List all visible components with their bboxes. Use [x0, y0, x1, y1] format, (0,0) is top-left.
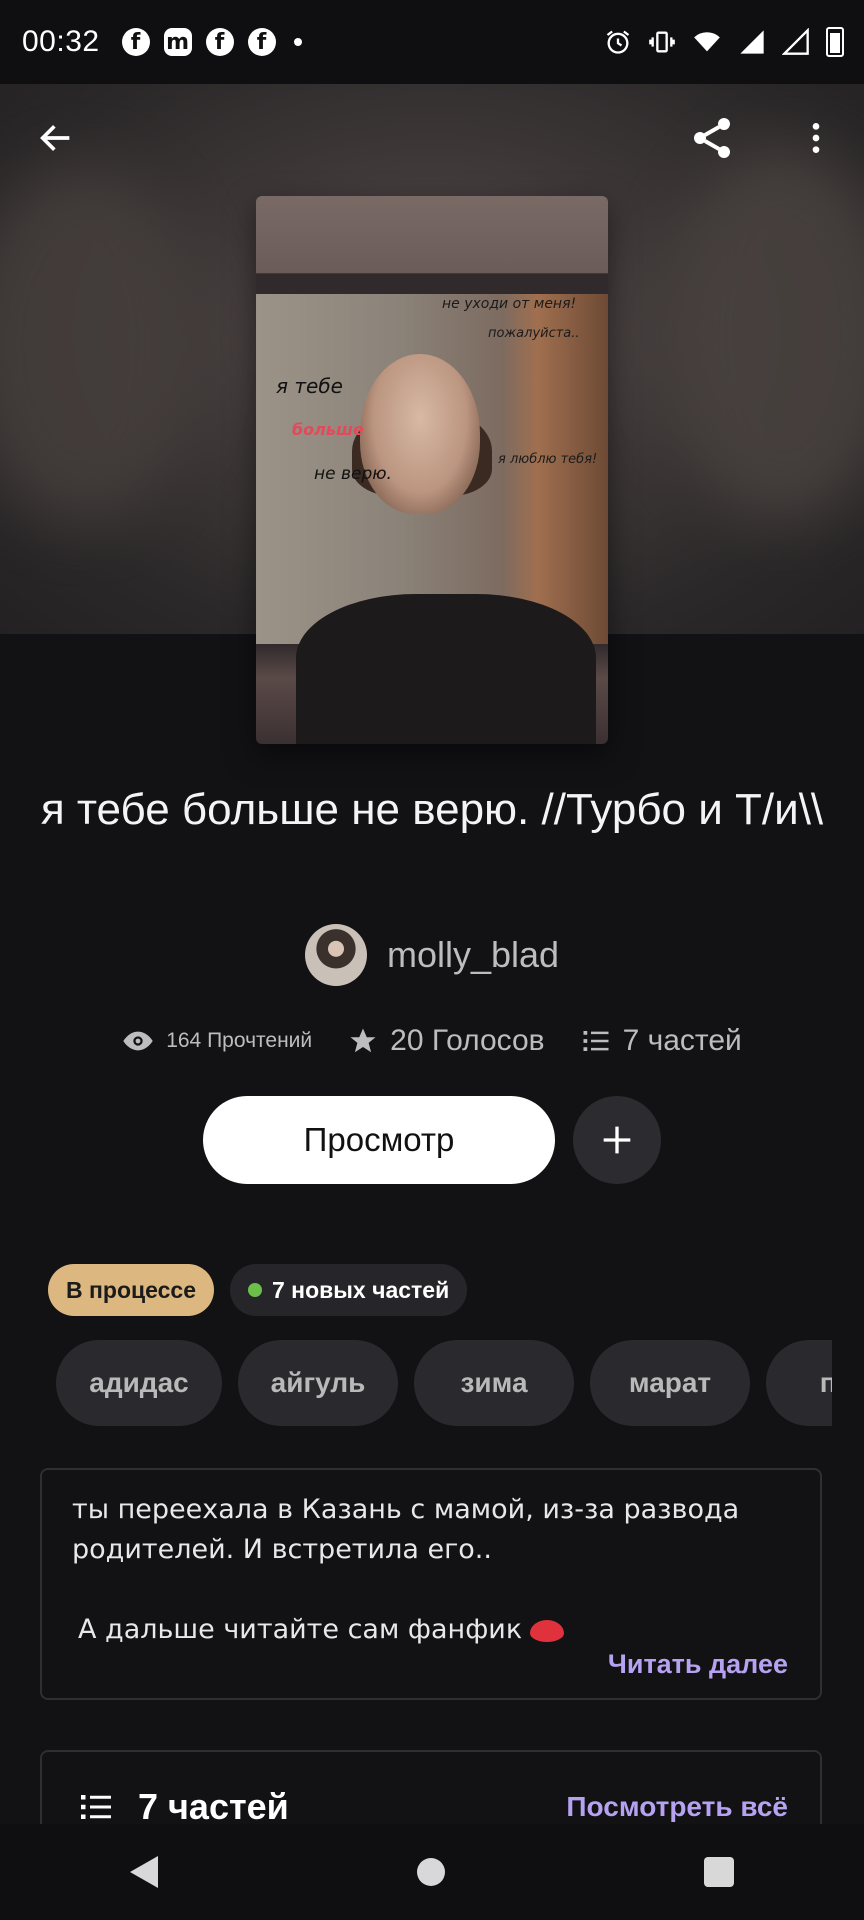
- tag-chip[interactable]: айгуль: [238, 1340, 398, 1426]
- author-avatar[interactable]: [304, 924, 367, 986]
- story-description[interactable]: ты переехала в Казань с мамой, из-за раз…: [40, 1468, 822, 1700]
- view-button[interactable]: Просмотр: [203, 1096, 555, 1184]
- tag-chip[interactable]: адидас: [56, 1340, 222, 1426]
- status-bar: 00:32 f m f f: [0, 0, 864, 84]
- cover-photo: [256, 294, 608, 744]
- description-text: ты переехала в Казань с мамой, из-за раз…: [72, 1494, 740, 1565]
- cover-text: я люблю тебя!: [498, 452, 598, 467]
- cover-text: больше: [292, 420, 364, 439]
- back-button[interactable]: [28, 110, 84, 166]
- wifi-icon: [694, 32, 720, 52]
- parts-section-title: 7 частей: [138, 1786, 289, 1827]
- battery-icon: [826, 27, 844, 57]
- star-icon: [350, 1028, 376, 1053]
- list-icon: [81, 1795, 111, 1819]
- facebook-icon: f: [247, 28, 276, 56]
- cover-text: не верю.: [314, 464, 392, 484]
- story-stats: 164 Прочтений 20 Голосов 7 частей: [0, 1024, 864, 1058]
- reads-count: 164 Прочтений: [166, 1029, 313, 1052]
- new-indicator-dot: [248, 1283, 262, 1297]
- parts-count: 7 частей: [622, 1024, 742, 1057]
- more-vertical-icon: [812, 123, 820, 153]
- eye-icon: [123, 1031, 153, 1051]
- signal-icon: [782, 28, 809, 55]
- votes-stat: 20 Голосов: [348, 1024, 545, 1058]
- story-cover[interactable]: не уходи от меня! пожалуйста.. я тебе бо…: [256, 196, 608, 744]
- nav-home-icon[interactable]: [416, 1858, 445, 1886]
- facebook-icon: f: [205, 28, 234, 56]
- story-title: я тебе больше не верю. //Турбо и Т/и\\: [40, 785, 824, 834]
- tag-chip[interactable]: па: [766, 1340, 832, 1426]
- new-parts-badge: 7 новых частей: [230, 1264, 468, 1316]
- share-icon: [694, 118, 730, 158]
- new-parts-label: 7 новых частей: [272, 1276, 450, 1303]
- vibrate-icon: [649, 31, 675, 53]
- list-icon: [583, 1031, 609, 1051]
- add-to-library-button[interactable]: [573, 1096, 661, 1184]
- nav-recents-icon[interactable]: [704, 1857, 735, 1887]
- more-notifications-dot: [293, 38, 302, 46]
- system-nav-bar: [0, 1824, 864, 1920]
- cover-text: пожалуйста..: [488, 326, 580, 341]
- status-right-icons: [604, 0, 844, 84]
- tag-chip[interactable]: зима: [414, 1340, 574, 1426]
- facebook-icon: f: [121, 28, 150, 56]
- notification-icons: f m f f: [121, 28, 302, 56]
- description-text-continued: А дальше читайте сам фанфик: [72, 1610, 790, 1650]
- story-actions: Просмотр: [0, 1096, 864, 1184]
- author-row[interactable]: molly_blad: [0, 924, 864, 986]
- share-button[interactable]: [684, 110, 740, 166]
- nav-back-icon[interactable]: [129, 1856, 158, 1888]
- see-all-link[interactable]: Посмотреть всё: [566, 1791, 788, 1823]
- parts-stat: 7 частей: [581, 1024, 742, 1058]
- lips-emoji-icon: [530, 1619, 565, 1642]
- arrow-left-icon: [40, 125, 70, 151]
- status-time: 00:32: [22, 25, 100, 58]
- status-badges: В процессе 7 новых частей: [48, 1264, 468, 1316]
- signal-icon: [740, 30, 764, 54]
- messenger-icon: m: [163, 28, 192, 56]
- status-badge: В процессе: [48, 1264, 214, 1316]
- tag-chip[interactable]: марат: [590, 1340, 750, 1426]
- more-options-button[interactable]: [788, 110, 844, 166]
- description-line2: А дальше читайте сам фанфик: [78, 1614, 523, 1645]
- reads-stat: 164 Прочтений: [122, 1025, 312, 1057]
- votes-count: 20 Голосов: [390, 1024, 545, 1057]
- tags-scroller[interactable]: адидас айгуль зима марат па: [56, 1340, 832, 1426]
- plus-icon: [603, 1126, 631, 1154]
- cover-text: я тебе: [276, 374, 343, 398]
- cover-text: не уходи от меня!: [442, 296, 577, 312]
- read-more-link[interactable]: Читать далее: [608, 1649, 788, 1680]
- alarm-icon: [606, 30, 630, 54]
- author-name[interactable]: molly_blad: [387, 934, 559, 976]
